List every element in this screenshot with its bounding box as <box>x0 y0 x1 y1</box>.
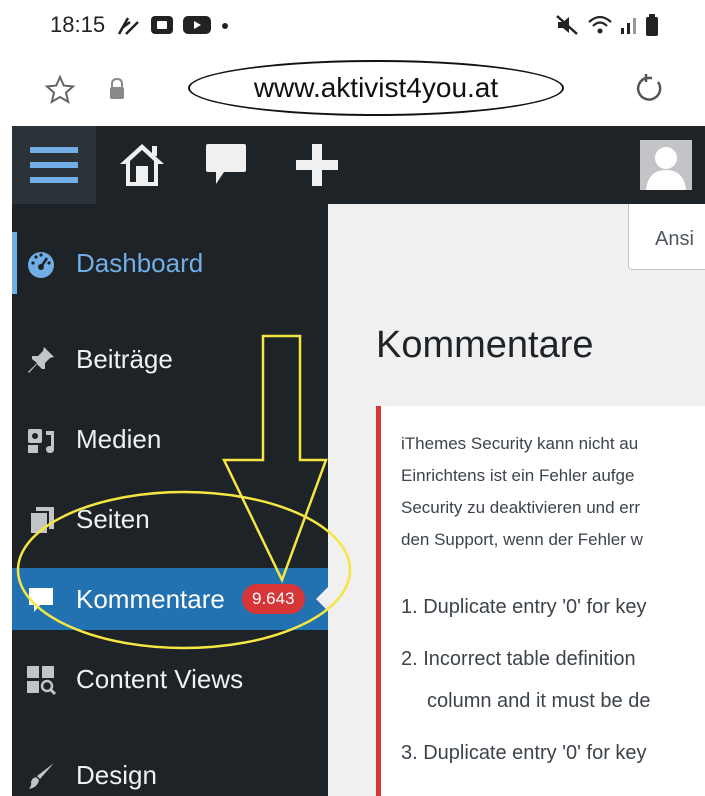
home-icon[interactable] <box>118 142 166 188</box>
pages-icon <box>29 507 54 535</box>
sidebar-item-kommentare[interactable]: Kommentare 9.643 <box>12 568 328 630</box>
status-system-icons <box>555 12 659 38</box>
sidebar-item-beitraege[interactable]: Beiträge <box>12 328 328 390</box>
mute-icon <box>556 15 578 35</box>
comments-icon[interactable] <box>204 142 248 190</box>
admin-sidebar: Dashboard Beiträge Medien Seiten Komment… <box>12 204 328 796</box>
bookmark-star-icon[interactable] <box>44 74 76 106</box>
status-bar: 18:15 <box>0 0 705 52</box>
feather-icon <box>117 17 139 35</box>
browser-url-bar: www.aktivist4you.at <box>0 52 705 126</box>
menu-toggle-button[interactable] <box>12 126 96 204</box>
youtube-icon <box>183 16 211 34</box>
sidebar-item-label: Design <box>76 759 157 790</box>
avatar-icon <box>646 147 686 190</box>
active-indicator <box>316 587 328 611</box>
main-content: Ansi Kommentare iThemes Security kann ni… <box>328 204 705 796</box>
notice-text: Security zu deaktivieren und err <box>401 498 641 517</box>
sidebar-item-seiten[interactable]: Seiten <box>12 488 328 550</box>
battery-icon <box>646 14 658 36</box>
sidebar-item-label: Content Views <box>76 663 244 694</box>
notice-text: den Support, wenn der Fehler w <box>401 530 643 549</box>
sidebar-item-content-views[interactable]: Content Views <box>12 648 328 710</box>
status-notification-icons <box>116 12 230 38</box>
dot-icon <box>222 23 228 29</box>
media-icon <box>28 429 54 453</box>
admin-bar <box>12 126 705 204</box>
brush-icon <box>29 763 54 789</box>
error-notice: iThemes Security kann nicht au Einrichte… <box>376 406 705 796</box>
sidebar-item-label: Dashboard <box>76 247 204 278</box>
screen-options-tab[interactable]: Ansi <box>628 204 705 270</box>
notice-list-item: 1. Duplicate entry '0' for key <box>401 596 647 618</box>
comment-icon <box>29 588 53 612</box>
sidebar-item-label: Beiträge <box>76 343 173 374</box>
wifi-icon <box>588 15 612 34</box>
page-title: Kommentare <box>376 324 594 366</box>
comment-count-badge: 9.643 <box>242 584 305 614</box>
lock-icon[interactable] <box>108 78 126 100</box>
reload-icon[interactable] <box>632 72 666 106</box>
notice-list-item: 2. Incorrect table definition <box>401 648 636 670</box>
pin-icon <box>28 347 54 373</box>
sidebar-item-medien[interactable]: Medien <box>12 408 328 470</box>
content-views-icon <box>27 666 56 695</box>
sidebar-item-label: Kommentare <box>76 583 225 614</box>
status-time: 18:15 <box>50 12 106 37</box>
notice-list-item: 3. Duplicate entry '0' for key <box>401 742 647 764</box>
notice-list-item: column and it must be de <box>427 690 651 712</box>
user-avatar[interactable] <box>640 140 692 190</box>
sidebar-item-label: Seiten <box>76 503 150 534</box>
notice-text: Einrichtens ist ein Fehler aufge <box>401 466 635 485</box>
dashboard-icon <box>28 252 54 278</box>
sidebar-item-dashboard[interactable]: Dashboard <box>12 232 328 294</box>
sidebar-item-label: Medien <box>76 423 162 454</box>
gallery-icon <box>151 16 173 34</box>
hamburger-icon <box>30 147 78 183</box>
signal-icon <box>621 18 636 34</box>
sidebar-item-design[interactable]: Design <box>12 744 328 796</box>
add-new-icon[interactable] <box>294 142 340 188</box>
notice-text: iThemes Security kann nicht au <box>401 434 639 453</box>
url-field[interactable]: www.aktivist4you.at <box>188 60 564 116</box>
